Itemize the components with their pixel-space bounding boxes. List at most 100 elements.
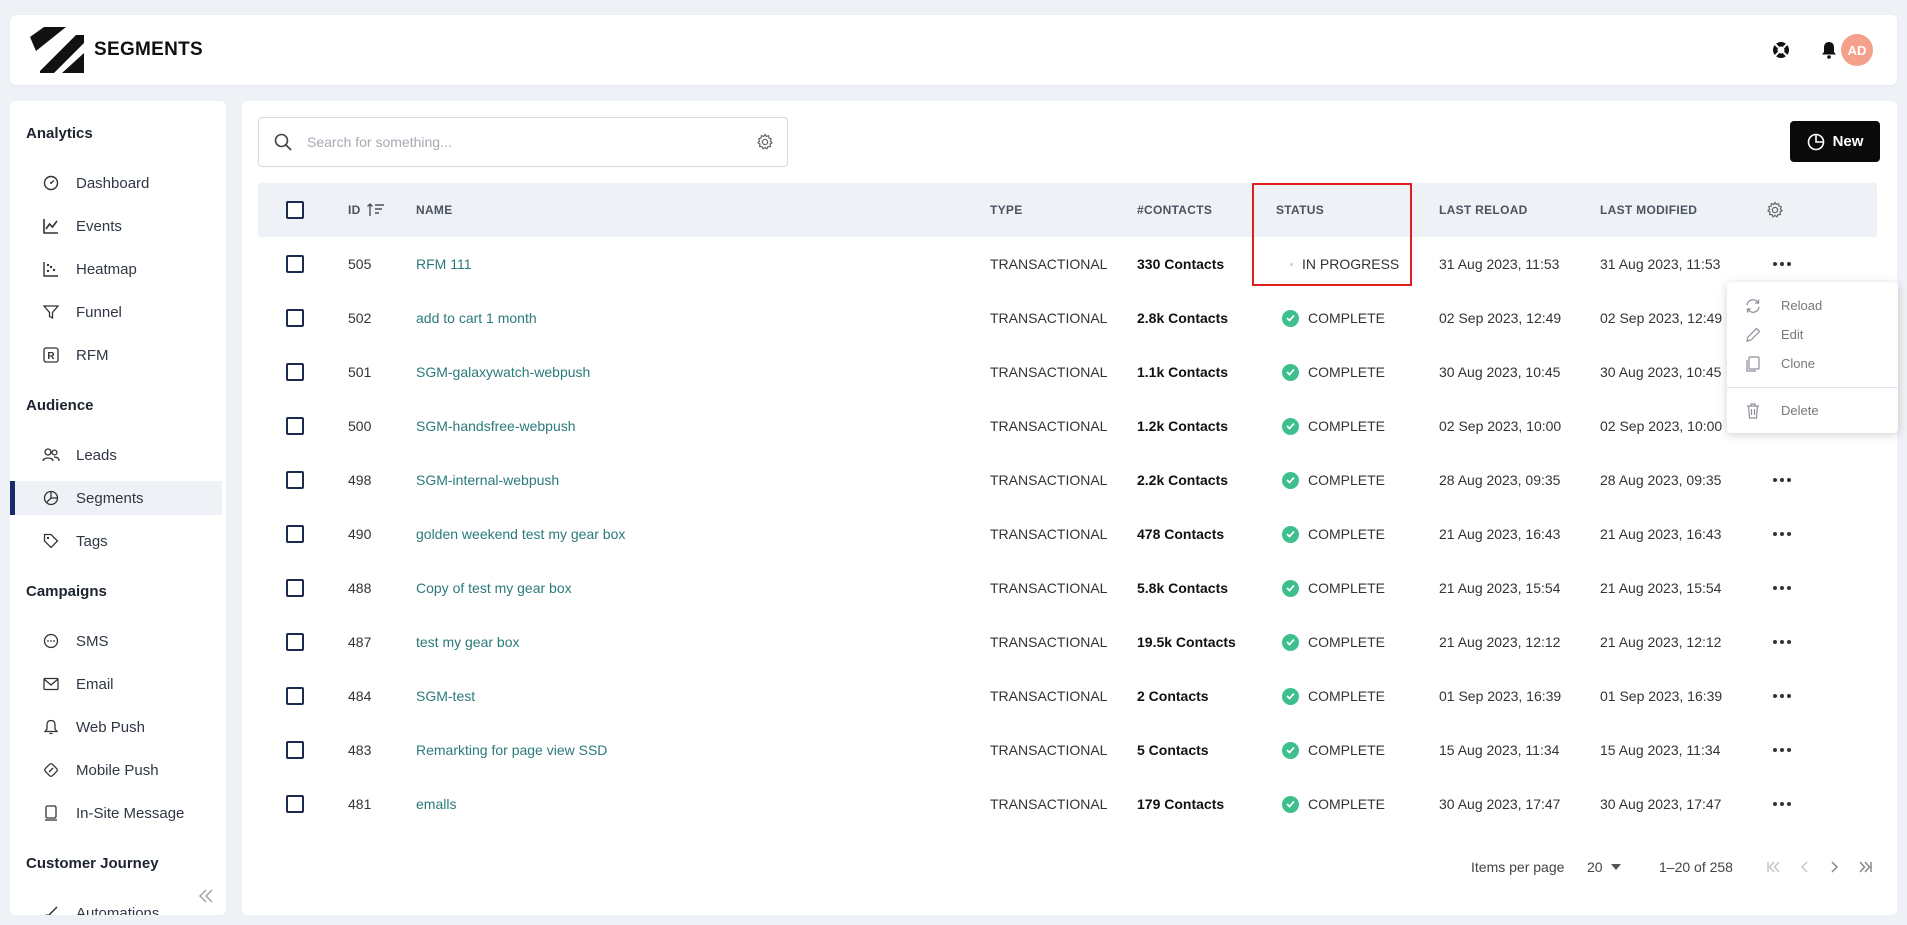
row-checkbox[interactable] <box>286 795 304 813</box>
check-circle-icon <box>1282 309 1299 327</box>
sidebar-item-tags[interactable]: Tags <box>10 524 222 558</box>
table-row[interactable]: 502 add to cart 1 month TRANSACTIONAL 2.8k … <box>258 291 1877 345</box>
sidebar-section-analytics: Analytics <box>26 125 93 142</box>
search-input[interactable] <box>307 134 743 150</box>
first-page-icon[interactable] <box>1762 855 1786 879</box>
segment-name-link[interactable]: emalls <box>416 777 456 831</box>
column-header-status[interactable]: STATUS <box>1276 183 1324 237</box>
segment-name-link[interactable]: SGM-test <box>416 669 475 723</box>
segment-name-link[interactable]: RFM 111 <box>416 237 472 291</box>
menu-item-delete[interactable]: Delete <box>1727 396 1898 425</box>
status-label: COMPLETE <box>1308 742 1386 758</box>
table-row[interactable]: 490 golden weekend test my gear box TRANSA… <box>258 507 1877 561</box>
sidebar-item-sms[interactable]: SMS <box>10 624 222 658</box>
previous-page-icon[interactable] <box>1792 855 1816 879</box>
sidebar-item-leads[interactable]: Leads <box>10 438 222 472</box>
row-more-actions-icon[interactable] <box>1770 738 1794 762</box>
sidebar-item-mobile-push[interactable]: Mobile Push <box>10 753 222 787</box>
menu-divider <box>1727 387 1898 388</box>
row-checkbox[interactable] <box>286 741 304 759</box>
column-header-contacts[interactable]: #CONTACTS <box>1137 183 1212 237</box>
notification-bell-icon[interactable] <box>1817 38 1841 62</box>
column-header-id[interactable]: ID <box>348 183 385 237</box>
row-checkbox[interactable] <box>286 255 304 273</box>
segment-name-link[interactable]: test my gear box <box>416 615 520 669</box>
table-row[interactable]: 501 SGM-galaxywatch-webpush TRANSACTIONAL 1… <box>258 345 1877 399</box>
menu-item-reload[interactable]: Reload <box>1727 291 1898 320</box>
column-header-type[interactable]: TYPE <box>990 183 1023 237</box>
user-avatar[interactable]: AD <box>1841 34 1873 66</box>
cell-id: 498 <box>348 472 372 488</box>
table-row[interactable]: 488 Copy of test my gear box TRANSACTIONAL… <box>258 561 1877 615</box>
row-checkbox-cell <box>286 399 304 453</box>
row-more-actions-icon[interactable] <box>1770 684 1794 708</box>
row-checkbox[interactable] <box>286 633 304 651</box>
table-row[interactable]: 487 test my gear box TRANSACTIONAL 19.5k Co… <box>258 615 1877 669</box>
table-row[interactable]: 498 SGM-internal-webpush TRANSACTIONAL 2.2k… <box>258 453 1877 507</box>
segment-name-link[interactable]: SGM-internal-webpush <box>416 453 559 507</box>
row-checkbox[interactable] <box>286 579 304 597</box>
status-badge: COMPLETE <box>1282 615 1385 669</box>
cell-contacts: 2.8k Contacts <box>1137 310 1229 326</box>
cell-last-modified: 15 Aug 2023, 11:34 <box>1600 742 1721 758</box>
row-more-actions-icon[interactable] <box>1770 792 1794 816</box>
segment-name-link[interactable]: add to cart 1 month <box>416 291 537 345</box>
table-row[interactable]: 500 SGM-handsfree-webpush TRANSACTIONAL 1.2… <box>258 399 1877 453</box>
row-checkbox[interactable] <box>286 309 304 327</box>
next-page-icon[interactable] <box>1823 855 1847 879</box>
users-icon <box>42 446 60 464</box>
sidebar-item-label: Mobile Push <box>76 761 159 779</box>
segment-name-link[interactable]: Copy of test my gear box <box>416 561 572 615</box>
cell-last-reload: 15 Aug 2023, 11:34 <box>1439 742 1560 758</box>
segment-name-link[interactable]: Remarkting for page view SSD <box>416 723 607 777</box>
new-segment-button[interactable]: New <box>1790 121 1880 162</box>
sidebar-item-rfm[interactable]: R RFM <box>10 338 222 372</box>
help-lifebuoy-icon[interactable] <box>1769 38 1793 62</box>
row-more-actions-icon[interactable] <box>1770 252 1794 276</box>
row-more-actions-icon[interactable] <box>1770 630 1794 654</box>
check-circle-icon <box>1282 633 1299 651</box>
row-checkbox[interactable] <box>286 471 304 489</box>
column-header-name[interactable]: NAME <box>416 183 453 237</box>
row-more-actions-icon[interactable] <box>1770 468 1794 492</box>
segment-name-link[interactable]: SGM-handsfree-webpush <box>416 399 576 453</box>
menu-item-clone[interactable]: Clone <box>1727 349 1898 378</box>
sidebar-item-automations[interactable]: Automations <box>10 896 222 915</box>
row-checkbox[interactable] <box>286 525 304 543</box>
segment-name-link[interactable]: golden weekend test my gear box <box>416 507 625 561</box>
row-checkbox[interactable] <box>286 363 304 381</box>
search-settings-gear-icon[interactable] <box>743 133 787 151</box>
row-checkbox[interactable] <box>286 417 304 435</box>
sidebar-item-segments[interactable]: Segments <box>10 481 222 515</box>
row-checkbox[interactable] <box>286 687 304 705</box>
sidebar-item-heatmap[interactable]: Heatmap <box>10 252 222 286</box>
select-all-checkbox[interactable] <box>286 201 304 219</box>
column-settings-gear-icon[interactable] <box>1766 183 1784 237</box>
cell-last-reload: 01 Sep 2023, 16:39 <box>1439 688 1562 704</box>
last-page-icon[interactable] <box>1853 855 1877 879</box>
sidebar-item-email[interactable]: Email <box>10 667 222 701</box>
page-size-select[interactable]: 20 <box>1587 855 1621 879</box>
table-row[interactable]: 483 Remarkting for page view SSD TRANSACTI… <box>258 723 1877 777</box>
column-label: ID <box>348 203 361 217</box>
table-row[interactable]: 484 SGM-test TRANSACTIONAL 2 Contacts COMPLE… <box>258 669 1877 723</box>
cell-type: TRANSACTIONAL <box>990 310 1108 326</box>
row-more-actions-icon[interactable] <box>1770 576 1794 600</box>
sidebar-item-web-push[interactable]: Web Push <box>10 710 222 744</box>
cell-id: 484 <box>348 688 372 704</box>
sidebar-item-in-site-message[interactable]: In-Site Message <box>10 796 222 830</box>
segment-name-link[interactable]: SGM-galaxywatch-webpush <box>416 345 590 399</box>
table-row[interactable]: 505 RFM 111 TRANSACTIONAL 330 Contacts IN PR… <box>258 237 1877 291</box>
row-more-actions-icon[interactable] <box>1770 522 1794 546</box>
table-row[interactable]: 481 emalls TRANSACTIONAL 179 Contacts COMPLE… <box>258 777 1877 831</box>
sidebar-item-funnel[interactable]: Funnel <box>10 295 222 329</box>
sidebar-item-label: Funnel <box>76 303 122 321</box>
sidebar-item-events[interactable]: Events <box>10 209 222 243</box>
collapse-sidebar-icon[interactable] <box>194 884 218 908</box>
brand-logo-icon[interactable] <box>26 27 86 75</box>
sidebar-item-dashboard[interactable]: Dashboard <box>10 166 222 200</box>
column-header-last-modified[interactable]: LAST MODIFIED <box>1600 183 1697 237</box>
line-chart-icon <box>42 217 60 235</box>
menu-item-edit[interactable]: Edit <box>1727 320 1898 349</box>
column-header-last-reload[interactable]: LAST RELOAD <box>1439 183 1528 237</box>
